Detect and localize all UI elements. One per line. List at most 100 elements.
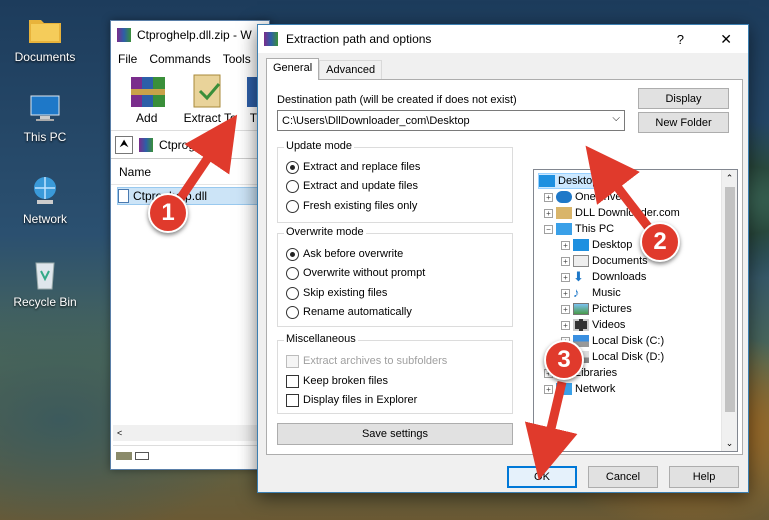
radio-extract-update[interactable]: Extract and update files (286, 178, 418, 194)
tree-item-onedrive[interactable]: + OneDrive (544, 189, 621, 205)
test-label: T (249, 111, 258, 125)
tree-item-downloads[interactable]: + ⬇ Downloads (561, 269, 646, 285)
column-header-name[interactable]: Name (111, 159, 269, 185)
collapse-icon[interactable]: − (544, 224, 553, 234)
tree-item-network[interactable]: + Network (544, 381, 615, 397)
expand-icon[interactable]: + (561, 304, 570, 314)
desktop-icon-label: This PC (23, 130, 67, 144)
radio-ask-before[interactable]: Ask before overwrite (286, 246, 403, 262)
expand-icon[interactable]: + (544, 192, 553, 202)
step-badge-2: 2 (640, 222, 680, 262)
radio-rename-auto[interactable]: Rename automatically (286, 304, 412, 320)
help-button[interactable]: Help (669, 466, 739, 488)
desktop-icon-documents[interactable]: Documents (0, 12, 90, 64)
radio-button[interactable] (286, 247, 299, 261)
desktop-icon-recycle-bin[interactable]: Recycle Bin (0, 257, 90, 309)
chevron-down-icon[interactable]: ⌵ (612, 113, 620, 124)
checkbox[interactable] (286, 393, 299, 407)
step-badge-1: 1 (148, 193, 188, 233)
address-text[interactable]: Ctproghelp (159, 138, 218, 152)
radio-button[interactable] (286, 286, 299, 300)
radio-button[interactable] (286, 179, 299, 193)
tree-item-videos[interactable]: + Videos (561, 317, 625, 333)
desktop-folder-icon (539, 175, 555, 187)
tree-item-dll-downloader[interactable]: + DLL Downloader.com (544, 205, 680, 221)
menu-commands[interactable]: Commands (149, 52, 210, 66)
checkbox[interactable] (286, 374, 299, 388)
expand-icon[interactable]: + (544, 384, 553, 394)
check-keep-broken[interactable]: Keep broken files (286, 373, 388, 389)
misc-label: Miscellaneous (284, 333, 358, 345)
dialog-title: Extraction path and options (286, 32, 432, 46)
scroll-up-icon[interactable]: ⌃ (722, 170, 737, 186)
add-button[interactable]: Add (117, 73, 176, 130)
cancel-button[interactable]: Cancel (588, 466, 658, 488)
destination-path-combo[interactable]: C:\Users\DllDownloader_com\Desktop ⌵ (277, 110, 625, 131)
tree-scrollbar[interactable]: ⌃ ⌄ (721, 170, 737, 451)
network-icon (556, 383, 572, 395)
close-icon[interactable]: ✕ (720, 31, 732, 48)
file-row[interactable]: Ctproghelp.dll (117, 187, 267, 205)
desktop-folder-icon (573, 239, 589, 251)
radio-overwrite-without-prompt[interactable]: Overwrite without prompt (286, 265, 425, 281)
check-display-explorer[interactable]: Display files in Explorer (286, 392, 417, 408)
tree-label: Videos (592, 319, 626, 331)
desktop-icon-label: Documents (14, 50, 76, 64)
help-icon[interactable]: ? (677, 32, 684, 47)
dialog-app-icon (264, 32, 278, 46)
extract-folder-icon (188, 73, 232, 109)
tree-item-desktop-root[interactable]: Desktop (538, 173, 604, 189)
desktop-icon-this-pc[interactable]: This PC (0, 92, 90, 144)
display-button[interactable]: Display (638, 88, 729, 109)
tree-label: Local Disk (D:) (592, 351, 665, 363)
expand-icon[interactable]: + (561, 320, 570, 330)
tree-item-documents[interactable]: + Documents (561, 253, 648, 269)
dialog-titlebar: Extraction path and options ? ✕ (258, 25, 748, 53)
radio-fresh-existing[interactable]: Fresh existing files only (286, 198, 417, 214)
option-label: Fresh existing files only (303, 200, 418, 212)
expand-icon[interactable]: + (561, 272, 570, 282)
scroll-down-icon[interactable]: ⌄ (722, 435, 737, 451)
tree-item-desktop[interactable]: + Desktop (561, 237, 632, 253)
check-extract-subfolders: Extract archives to subfolders (286, 353, 447, 369)
ok-button[interactable]: OK (507, 466, 577, 488)
tab-general[interactable]: General (266, 58, 320, 80)
winrar-window: Ctproghelp.dll.zip - W File Commands Too… (110, 20, 270, 470)
tab-advanced[interactable]: Advanced (319, 60, 383, 80)
menu-file[interactable]: File (118, 52, 137, 66)
column-name-label: Name (119, 164, 152, 179)
folder-tree[interactable]: Desktop + OneDrive + DLL Downloader.com − T… (533, 169, 738, 452)
tree-label: Network (575, 383, 616, 395)
radio-extract-replace[interactable]: Extract and replace files (286, 159, 420, 175)
radio-button[interactable] (286, 160, 299, 174)
expand-icon[interactable]: + (561, 288, 570, 298)
up-folder-icon[interactable]: ⮝ (115, 135, 133, 154)
tree-item-this-pc[interactable]: − This PC (544, 221, 614, 237)
option-label: Overwrite without prompt (303, 267, 426, 279)
option-label: Ask before overwrite (303, 248, 404, 260)
tree-item-music[interactable]: + ♪ Music (561, 285, 621, 301)
music-note-icon: ♪ (573, 285, 580, 300)
winrar-hscroll[interactable]: < (113, 425, 268, 441)
expand-icon[interactable]: + (561, 256, 570, 266)
radio-skip-existing[interactable]: Skip existing files (286, 285, 387, 301)
destination-label: Destination path (will be created if doe… (277, 94, 517, 106)
option-label: Rename automatically (303, 306, 412, 318)
save-settings-button[interactable]: Save settings (277, 423, 513, 445)
extract-to-button[interactable]: Extract To (180, 73, 239, 130)
radio-button[interactable] (286, 266, 299, 280)
tab-strip: General Advanced (266, 58, 383, 80)
menu-tools[interactable]: Tools (223, 52, 251, 66)
tree-label: Desktop (592, 239, 633, 251)
expand-icon[interactable]: + (544, 208, 553, 218)
winrar-app-icon (117, 28, 131, 42)
radio-button[interactable] (286, 305, 299, 319)
desktop-icon-network[interactable]: Network (0, 174, 90, 226)
expand-icon[interactable]: + (561, 240, 570, 250)
tree-item-pictures[interactable]: + Pictures (561, 301, 632, 317)
desktop-icon-label: Network (22, 212, 67, 226)
scroll-thumb[interactable] (725, 187, 735, 412)
new-folder-button[interactable]: New Folder (638, 112, 729, 133)
add-label: Add (136, 111, 158, 125)
radio-button[interactable] (286, 199, 299, 213)
